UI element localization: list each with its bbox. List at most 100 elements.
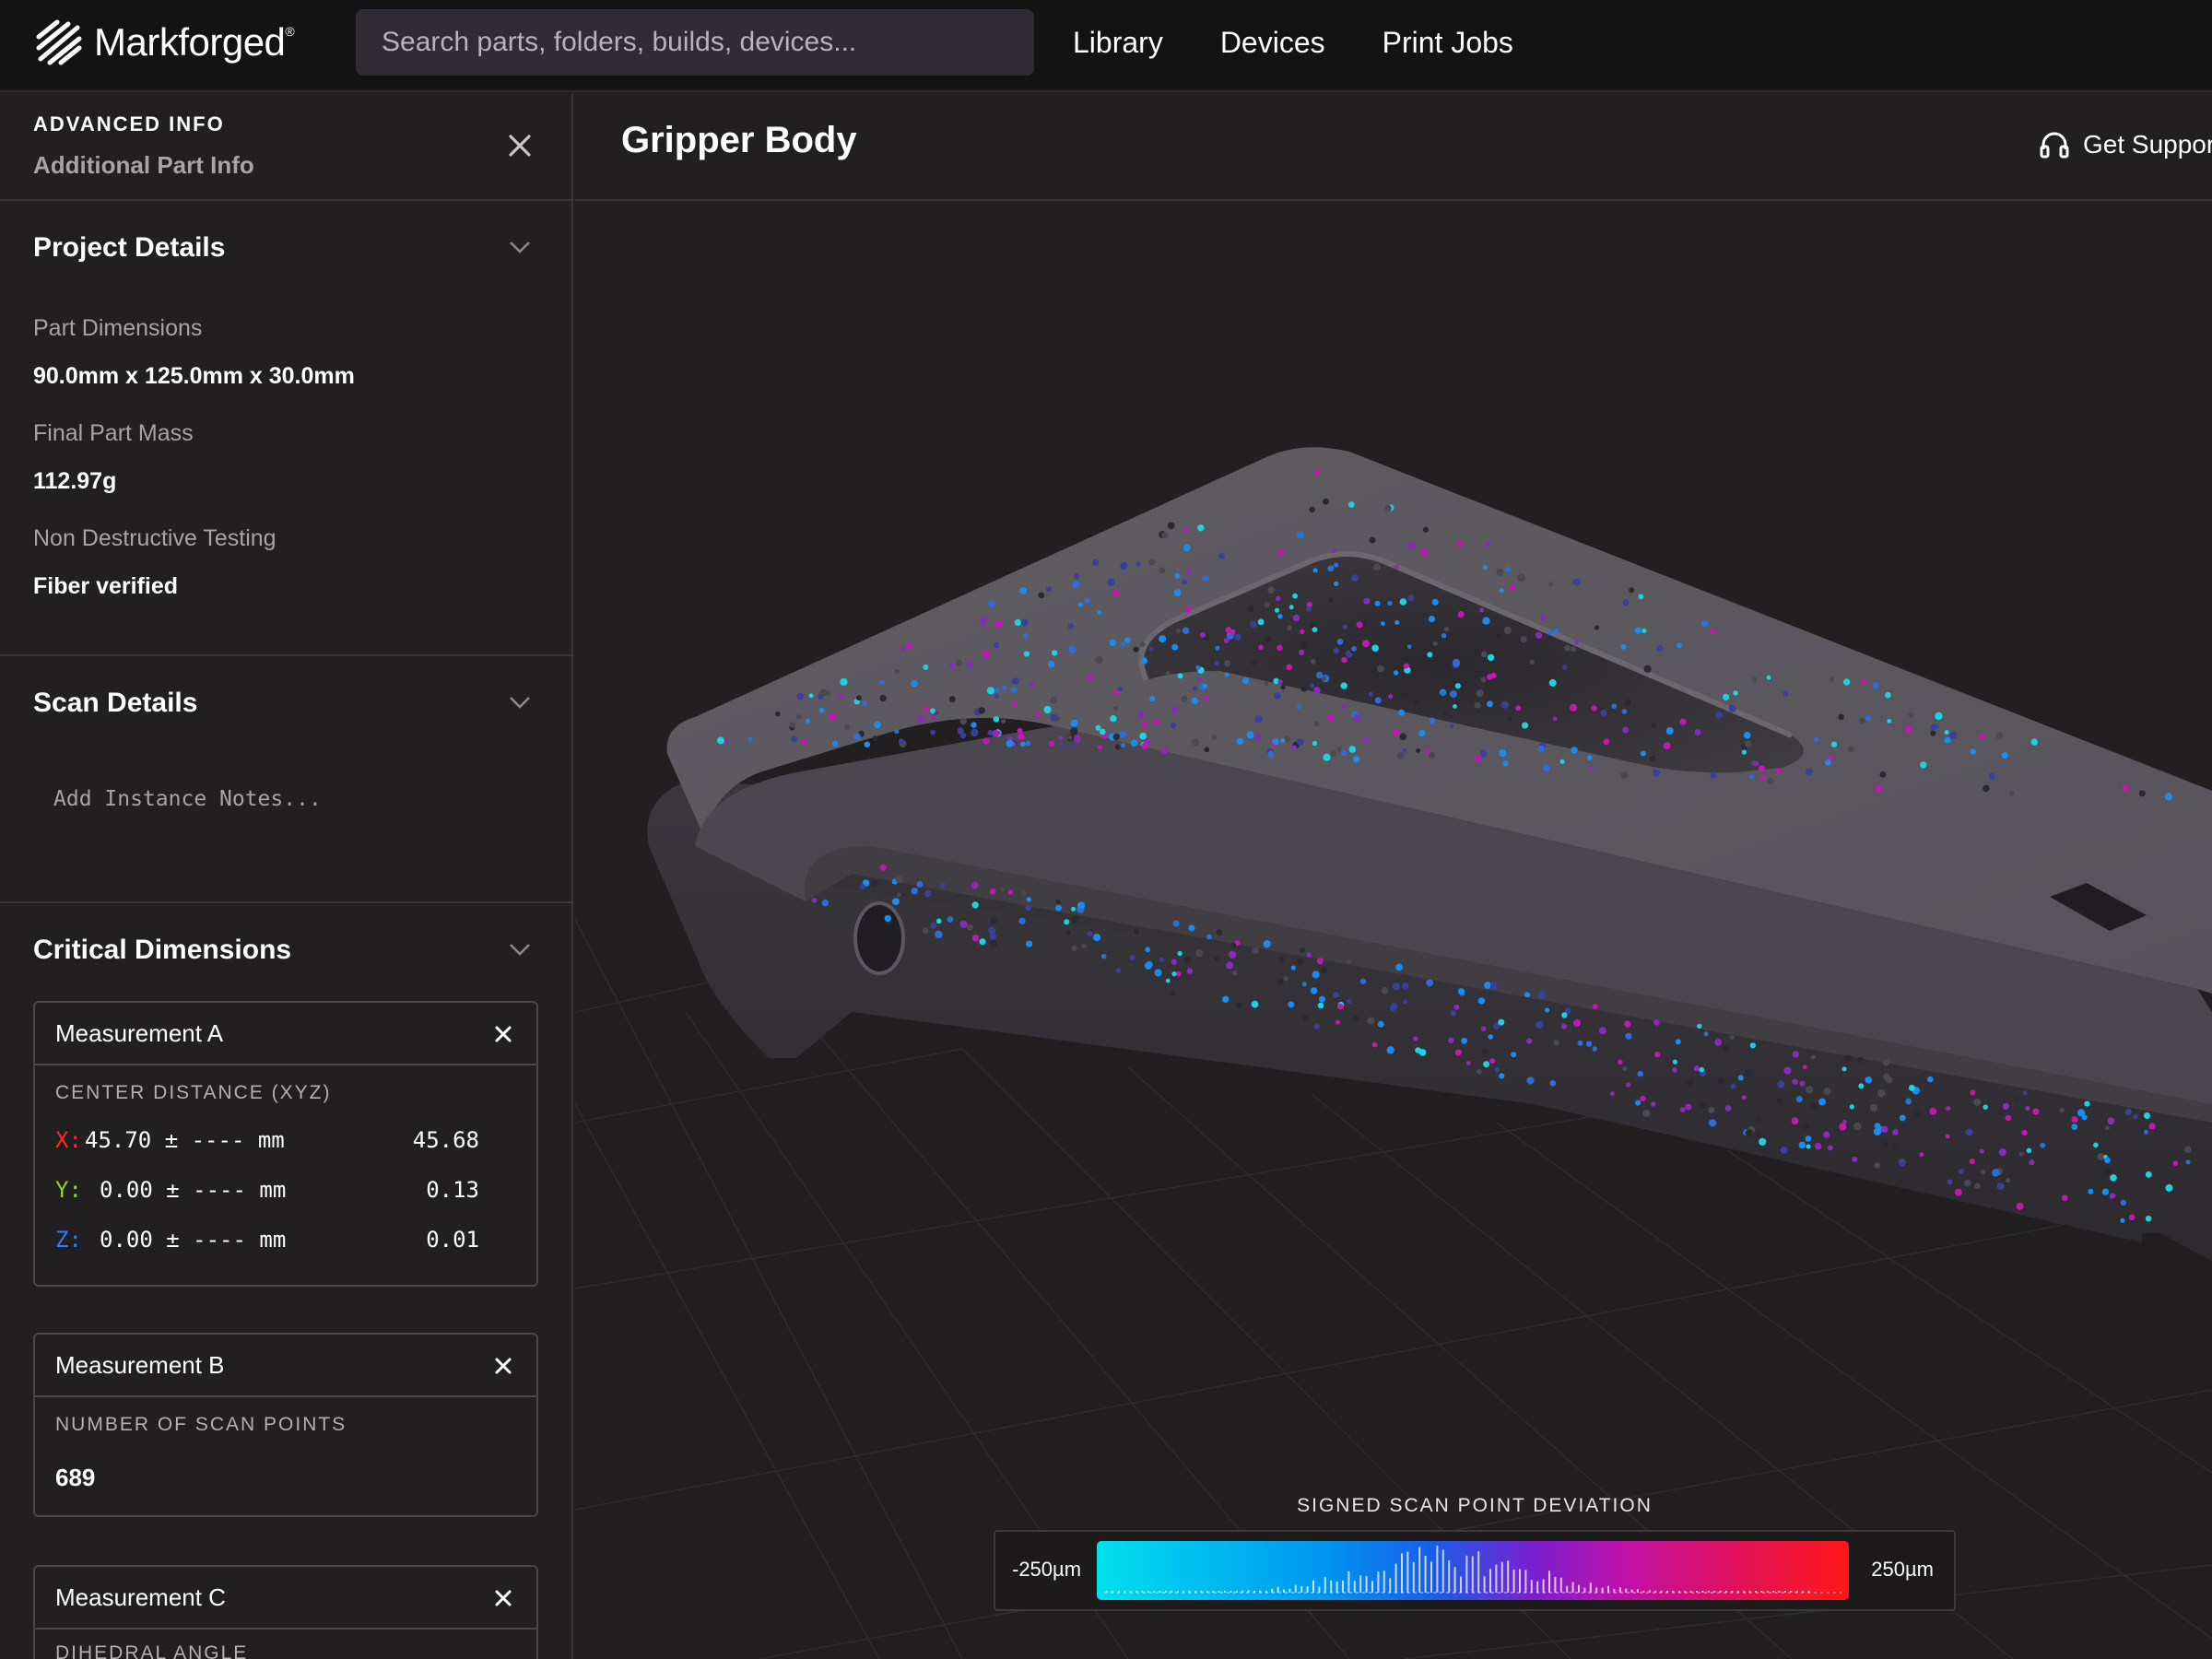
scan-point [832, 740, 839, 747]
measurement-b-body: NUMBER OF SCAN POINTS 689 [35, 1397, 536, 1509]
nav-print-jobs[interactable]: Print Jobs [1382, 20, 1513, 65]
histogram-bar [1453, 1567, 1456, 1593]
scan-point [1120, 641, 1126, 648]
brand-logo[interactable]: Markforged ® [33, 13, 295, 72]
scan-point [1352, 1015, 1359, 1022]
scan-point [1891, 1144, 1897, 1150]
scan-point [966, 661, 974, 669]
scan-point [1074, 735, 1081, 743]
close-panel-button[interactable] [507, 133, 533, 159]
scan-point [1908, 1084, 1915, 1091]
ndt-value: Fiber verified [33, 573, 178, 599]
scan-point [1286, 664, 1293, 671]
measurement-c-caption: DIHEDRAL ANGLE [55, 1642, 249, 1659]
search-input[interactable] [382, 27, 1008, 58]
axis-x-label: X: [55, 1127, 82, 1153]
scan-point [1520, 636, 1527, 643]
nav-devices[interactable]: Devices [1220, 20, 1325, 65]
scan-point [1838, 713, 1844, 721]
scan-point [911, 680, 918, 688]
scan-point [1724, 1045, 1730, 1052]
scan-details-toggle[interactable] [507, 693, 533, 716]
scan-point [1014, 618, 1021, 626]
scan-point [1591, 705, 1597, 712]
scan-point [1988, 772, 1995, 780]
scan-point [1112, 689, 1119, 696]
scan-point [1980, 1169, 1986, 1175]
scan-point [2018, 1151, 2024, 1157]
scan-point [879, 680, 884, 685]
scan-point [859, 883, 865, 890]
3d-viewport[interactable]: SIGNED SCAN POINT DEVIATION -250µm 250µm [575, 201, 2212, 1659]
scan-point [930, 729, 935, 735]
scan-point [1195, 949, 1204, 958]
project-details-toggle[interactable] [507, 238, 533, 261]
scan-point [1170, 722, 1177, 729]
critical-dimensions-toggle[interactable] [507, 940, 533, 963]
scan-point [1306, 606, 1312, 612]
scan-point [1087, 674, 1093, 681]
search-box[interactable] [356, 9, 1034, 76]
scan-point [1529, 659, 1535, 665]
scan-point [1394, 564, 1399, 570]
scan-point [1310, 987, 1318, 994]
scan-point [1310, 658, 1316, 665]
histogram-bar [1277, 1586, 1279, 1593]
scan-point [1454, 683, 1461, 689]
scan-point [1335, 1019, 1340, 1025]
scan-point [2124, 1108, 2132, 1116]
scan-point [1920, 761, 1927, 769]
remove-measurement-c-button[interactable] [494, 1589, 512, 1607]
scan-point [1730, 1083, 1736, 1089]
scan-point [1488, 1034, 1494, 1040]
scan-point [894, 668, 900, 675]
scan-point [1188, 924, 1195, 932]
scan-point [1148, 559, 1156, 566]
scan-point [1974, 1182, 1981, 1189]
scan-point [1340, 749, 1347, 757]
remove-measurement-a-button[interactable] [494, 1025, 512, 1043]
remove-measurement-b-button[interactable] [494, 1357, 512, 1375]
scan-point [1341, 704, 1347, 710]
scan-point [1309, 506, 1315, 513]
nav-library[interactable]: Library [1073, 20, 1163, 65]
scan-point [1483, 1061, 1490, 1068]
scan-point [1542, 764, 1550, 771]
scan-point [989, 933, 996, 940]
scan-point [821, 899, 830, 907]
scan-point [1301, 1015, 1309, 1021]
scan-point [967, 924, 974, 931]
scan-point [796, 714, 802, 720]
scan-point [2071, 1124, 2078, 1131]
scan-point [1443, 626, 1450, 632]
scan-point [1195, 665, 1201, 670]
instance-notes-input[interactable] [53, 787, 514, 811]
scan-point [1728, 704, 1736, 712]
scan-point [1749, 1042, 1756, 1049]
scan-point [978, 707, 985, 714]
scan-point [1216, 929, 1223, 935]
chevron-down-icon [510, 241, 530, 253]
part-header: Gripper Body Get Support [575, 94, 2212, 201]
scan-point [1487, 700, 1493, 708]
scan-point [1110, 715, 1117, 723]
scan-point [924, 889, 932, 898]
scan-point [1376, 665, 1384, 673]
scan-point [1995, 732, 2003, 740]
scan-point [1171, 971, 1177, 977]
legend-max-label: 250µm [1871, 1558, 1934, 1581]
scan-point [1869, 1103, 1878, 1112]
scan-point [1072, 744, 1077, 748]
scan-point [1806, 1086, 1814, 1094]
scan-point [1887, 719, 1892, 724]
histogram-bar [1441, 1549, 1444, 1593]
histogram-bar [1159, 1591, 1161, 1593]
scan-point [1021, 890, 1027, 896]
scan-point [959, 920, 968, 929]
scan-point [829, 712, 837, 721]
scan-point [1517, 573, 1526, 582]
get-support-label: Get Support [2083, 130, 2212, 159]
scan-point [1476, 689, 1484, 698]
get-support-button[interactable]: Get Support [2039, 129, 2212, 160]
scan-point [1944, 736, 1951, 744]
